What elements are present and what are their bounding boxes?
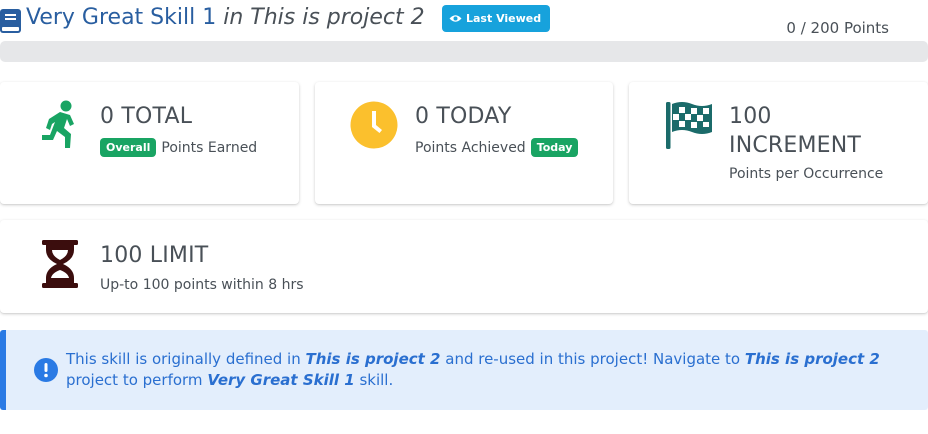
exclamation-circle-icon xyxy=(34,358,58,382)
reused-skill-alert: This skill is originally defined in This… xyxy=(0,330,928,410)
total-points-label: Points Earned xyxy=(161,139,258,156)
book-icon xyxy=(0,9,21,33)
total-points-subtitle: Overall Points Earned xyxy=(100,138,257,157)
increment-value: 100 INCREMENT xyxy=(729,102,861,160)
alert-text-part: and re-used in this project! Navigate to xyxy=(440,350,745,368)
limit-card: 100 LIMIT Up-to 100 points within 8 hrs xyxy=(0,220,928,313)
overall-badge: Overall xyxy=(100,138,157,157)
alert-text-part: skill. xyxy=(354,371,394,389)
today-points-label: Points Achieved xyxy=(415,139,526,156)
alert-text-part: This skill is originally defined in xyxy=(66,350,306,368)
last-viewed-label: Last Viewed xyxy=(466,12,542,25)
skill-name: Very Great Skill 1 xyxy=(26,5,217,30)
points-progress-bar xyxy=(0,41,928,62)
skill-title: Very Great Skill 1 in This is project 2 xyxy=(26,5,425,30)
today-points-value: 0 TODAY xyxy=(415,104,512,129)
increment-number: 100 xyxy=(729,104,772,129)
today-points-subtitle: Points Achieved Today xyxy=(415,138,579,157)
clock-icon xyxy=(350,101,398,149)
today-points-card: 0 TODAY Points Achieved Today xyxy=(315,82,613,204)
increment-card: 100 INCREMENT Points per Occurrence xyxy=(629,82,928,204)
limit-value: 100 LIMIT xyxy=(100,243,209,268)
alert-project-name: This is project 2 xyxy=(305,350,441,368)
hourglass-icon xyxy=(42,240,78,288)
last-viewed-badge: Last Viewed xyxy=(442,5,551,32)
skill-header: Very Great Skill 1 in This is project 2 … xyxy=(0,4,928,37)
points-progress-text: 0 / 200 Points xyxy=(786,19,889,37)
reused-skill-message: This skill is originally defined in This… xyxy=(66,349,906,391)
alert-skill-name: Very Great Skill 1 xyxy=(207,371,355,389)
eye-icon xyxy=(449,15,462,22)
total-points-value: 0 TOTAL xyxy=(100,104,193,129)
running-person-icon xyxy=(42,100,74,148)
increment-word: INCREMENT xyxy=(729,133,862,158)
total-points-card: 0 TOTAL Overall Points Earned xyxy=(0,82,299,204)
today-badge: Today xyxy=(530,138,579,157)
skill-project-context: in This is project 2 xyxy=(223,5,425,30)
limit-label: Up-to 100 points within 8 hrs xyxy=(100,277,304,293)
checkered-flag-icon xyxy=(666,102,712,149)
alert-text-part: project to perform xyxy=(66,371,208,389)
alert-project-link[interactable]: This is project 2 xyxy=(745,350,880,368)
increment-label: Points per Occurrence xyxy=(729,166,884,182)
